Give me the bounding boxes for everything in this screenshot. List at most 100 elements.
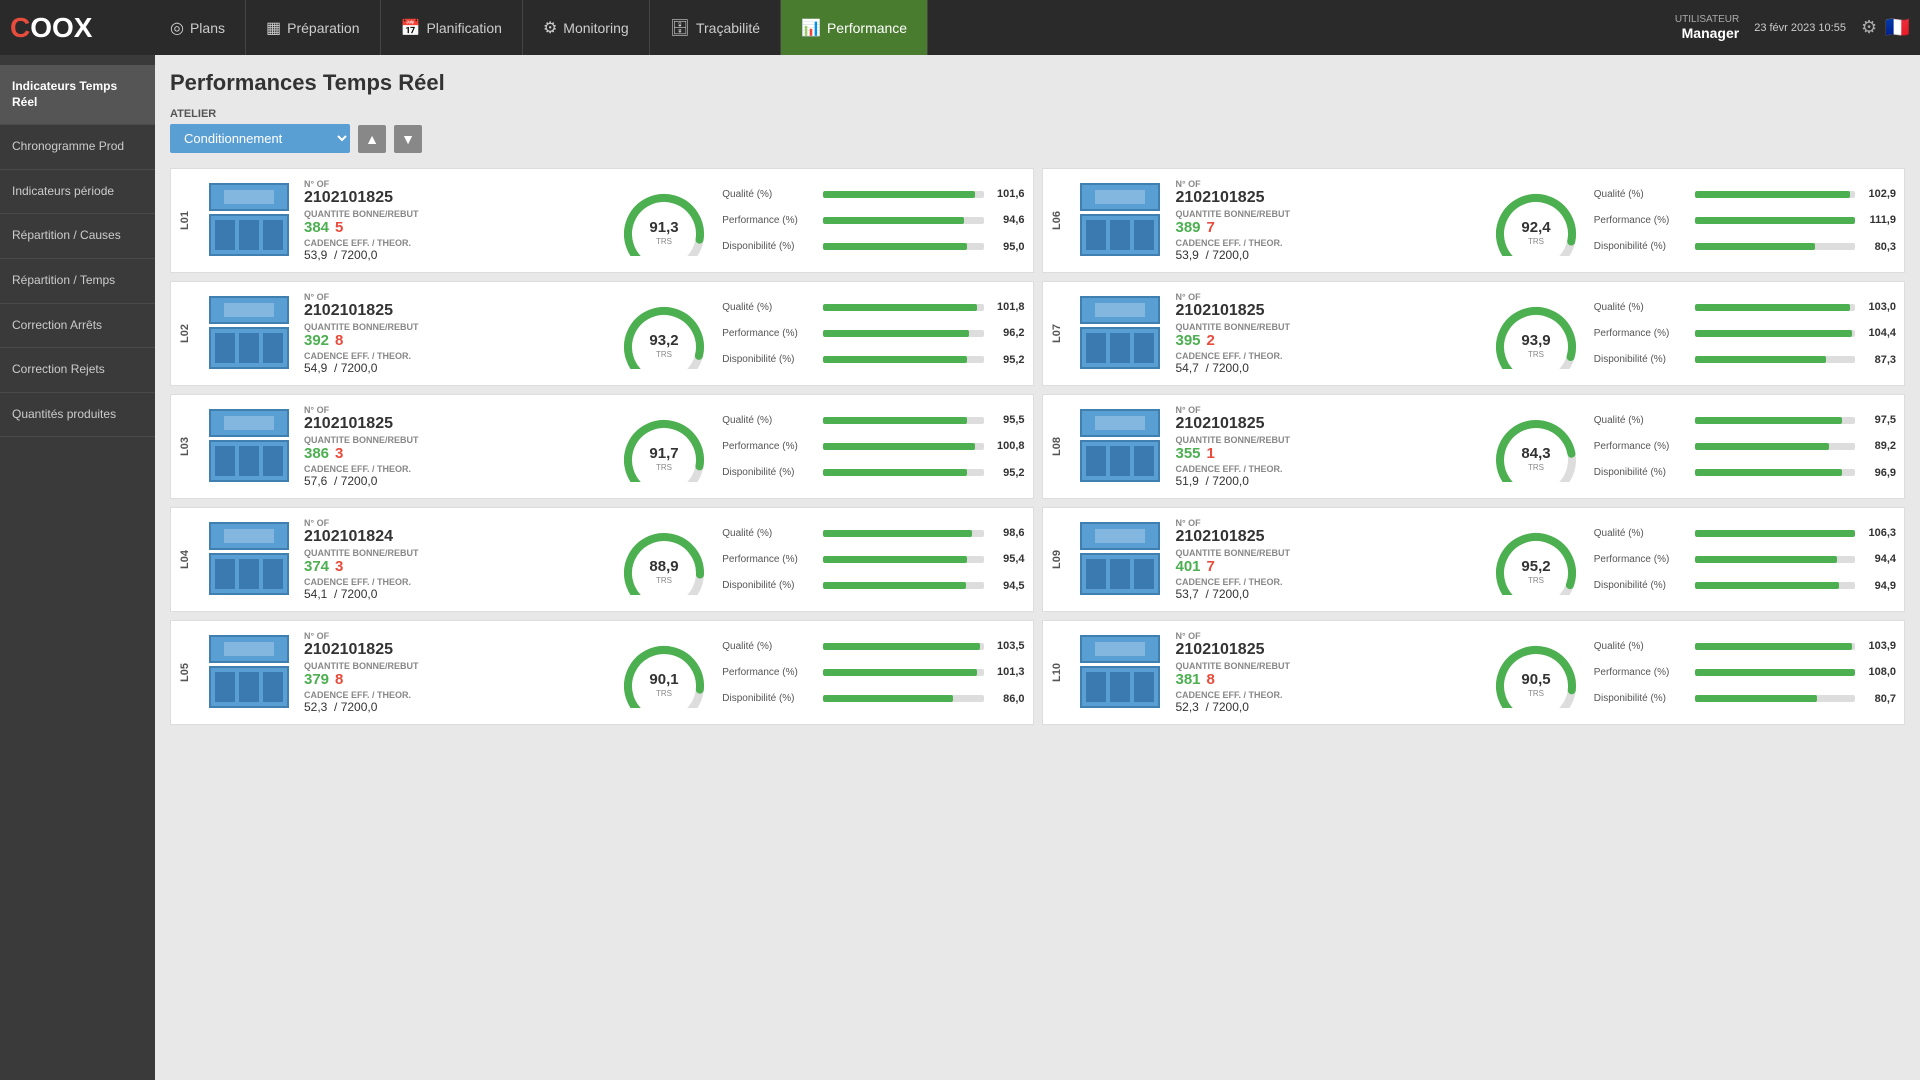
gauge-container: 93,2 TRS bbox=[614, 290, 714, 377]
metrics: Qualité (%) 97,5 Performance (%) 89,2 Di… bbox=[1594, 403, 1896, 490]
planification-icon: 📅 bbox=[401, 18, 421, 38]
nav-plans[interactable]: ◎ Plans bbox=[150, 0, 246, 55]
settings-icon[interactable]: ⚙ bbox=[1861, 17, 1877, 38]
metrics: Qualité (%) 106,3 Performance (%) 94,4 D… bbox=[1594, 516, 1896, 603]
of-number: 2102101825 bbox=[1176, 528, 1478, 546]
qty-good: 384 bbox=[304, 219, 329, 236]
of-number: 2102101825 bbox=[304, 641, 606, 659]
nav-tracabilite[interactable]: 🗄 Traçabilité bbox=[650, 0, 781, 55]
metrics: Qualité (%) 101,8 Performance (%) 96,2 D… bbox=[722, 290, 1024, 377]
nav-planification[interactable]: 📅 Planification bbox=[381, 0, 523, 55]
lot-label: L06 bbox=[1051, 211, 1063, 230]
sidebar-item-repartition-temps[interactable]: Répartition / Temps bbox=[0, 259, 155, 304]
lot-info: N° OF 2102101825 QUANTITE BONNE/REBUT 38… bbox=[1176, 177, 1478, 264]
qty-bad: 5 bbox=[335, 219, 343, 236]
metrics: Qualité (%) 101,6 Performance (%) 94,6 D… bbox=[722, 177, 1024, 264]
cadence-value: 52,3 / 7200,0 bbox=[1176, 700, 1478, 714]
of-number: 2102101825 bbox=[304, 302, 606, 320]
lot-card-l09: L09 N° OF 2102101825 QUANTITE BONNE/REBU… bbox=[1042, 507, 1906, 612]
cadence-value: 57,6 / 7200,0 bbox=[304, 474, 606, 488]
nav-right: UTILISATEUR Manager 23 févr 2023 10:55 ⚙… bbox=[1675, 14, 1910, 41]
metrics: Qualité (%) 103,9 Performance (%) 108,0 … bbox=[1594, 629, 1896, 716]
svg-text:TRS: TRS bbox=[1528, 463, 1544, 472]
metrics: Qualité (%) 95,5 Performance (%) 100,8 D… bbox=[722, 403, 1024, 490]
svg-text:TRS: TRS bbox=[656, 237, 672, 246]
gauge-container: 90,5 TRS bbox=[1486, 629, 1586, 716]
plans-icon: ◎ bbox=[170, 18, 184, 38]
main-layout: Indicateurs Temps Réel Chronogramme Prod… bbox=[0, 55, 1920, 1080]
metrics: Qualité (%) 102,9 Performance (%) 111,9 … bbox=[1594, 177, 1896, 264]
logo: COOX bbox=[10, 12, 130, 44]
qty-good: 392 bbox=[304, 332, 329, 349]
tracabilite-icon: 🗄 bbox=[670, 18, 690, 38]
cadence-value: 52,3 / 7200,0 bbox=[304, 700, 606, 714]
lot-card-l03: L03 N° OF 2102101825 QUANTITE BONNE/REBU… bbox=[170, 394, 1034, 499]
sidebar-item-chronogramme-prod[interactable]: Chronogramme Prod bbox=[0, 125, 155, 170]
lot-card-l08: L08 N° OF 2102101825 QUANTITE BONNE/REBU… bbox=[1042, 394, 1906, 499]
qty-good: 401 bbox=[1176, 558, 1201, 575]
metrics: Qualité (%) 103,5 Performance (%) 101,3 … bbox=[722, 629, 1024, 716]
nav-monitoring[interactable]: ⚙ Monitoring bbox=[523, 0, 650, 55]
qty-good: 379 bbox=[304, 671, 329, 688]
monitoring-icon: ⚙ bbox=[543, 18, 557, 38]
svg-text:TRS: TRS bbox=[656, 576, 672, 585]
svg-text:93,9: 93,9 bbox=[1521, 332, 1550, 349]
lot-info: N° OF 2102101825 QUANTITE BONNE/REBUT 38… bbox=[304, 403, 606, 490]
gauge-container: 88,9 TRS bbox=[614, 516, 714, 603]
top-navigation: COOX ◎ Plans ▦ Préparation 📅 Planificati… bbox=[0, 0, 1920, 55]
svg-text:TRS: TRS bbox=[1528, 576, 1544, 585]
svg-text:TRS: TRS bbox=[1528, 689, 1544, 698]
nav-preparation[interactable]: ▦ Préparation bbox=[246, 0, 381, 55]
lot-card-l04: L04 N° OF 2102101824 QUANTITE BONNE/REBU… bbox=[170, 507, 1034, 612]
page-title: Performances Temps Réel bbox=[170, 70, 1905, 96]
metrics: Qualité (%) 103,0 Performance (%) 104,4 … bbox=[1594, 290, 1896, 377]
cadence-value: 53,9 / 7200,0 bbox=[304, 248, 606, 262]
svg-text:88,9: 88,9 bbox=[650, 558, 679, 575]
qty-bad: 2 bbox=[1207, 332, 1215, 349]
qty-good: 381 bbox=[1176, 671, 1201, 688]
cadence-value: 54,7 / 7200,0 bbox=[1176, 361, 1478, 375]
sidebar-item-repartition-causes[interactable]: Répartition / Causes bbox=[0, 214, 155, 259]
lot-card-l07: L07 N° OF 2102101825 QUANTITE BONNE/REBU… bbox=[1042, 281, 1906, 386]
of-number: 2102101825 bbox=[1176, 641, 1478, 659]
lot-card-l06: L06 N° OF 2102101825 QUANTITE BONNE/REBU… bbox=[1042, 168, 1906, 273]
main-content: Performances Temps Réel ATELIER Conditio… bbox=[155, 55, 1920, 1080]
of-number: 2102101825 bbox=[1176, 415, 1478, 433]
lot-info: N° OF 2102101825 QUANTITE BONNE/REBUT 40… bbox=[1176, 516, 1478, 603]
qty-bad: 3 bbox=[335, 558, 343, 575]
user-info: UTILISATEUR Manager bbox=[1675, 14, 1739, 41]
arrow-down-button[interactable]: ▼ bbox=[394, 125, 422, 153]
lots-grid: L01 N° OF 2102101825 QUANTITE BONNE/REBU… bbox=[170, 168, 1905, 725]
of-number: 2102101825 bbox=[1176, 189, 1478, 207]
lot-card-l01: L01 N° OF 2102101825 QUANTITE BONNE/REBU… bbox=[170, 168, 1034, 273]
nav-items: ◎ Plans ▦ Préparation 📅 Planification ⚙ … bbox=[150, 0, 1675, 55]
of-number: 2102101825 bbox=[304, 415, 606, 433]
svg-text:91,3: 91,3 bbox=[650, 219, 679, 236]
sidebar-item-correction-rejets[interactable]: Correction Rejets bbox=[0, 348, 155, 393]
cadence-value: 53,7 / 7200,0 bbox=[1176, 587, 1478, 601]
cadence-value: 54,1 / 7200,0 bbox=[304, 587, 606, 601]
atelier-select[interactable]: Conditionnement bbox=[170, 124, 350, 153]
sidebar-item-indicateurs-temps-reel[interactable]: Indicateurs Temps Réel bbox=[0, 65, 155, 125]
sidebar-item-quantites-produites[interactable]: Quantités produites bbox=[0, 393, 155, 438]
preparation-icon: ▦ bbox=[266, 18, 281, 38]
svg-text:TRS: TRS bbox=[1528, 237, 1544, 246]
lot-info: N° OF 2102101825 QUANTITE BONNE/REBUT 38… bbox=[304, 177, 606, 264]
svg-text:84,3: 84,3 bbox=[1521, 445, 1550, 462]
sidebar-item-indicateurs-periode[interactable]: Indicateurs période bbox=[0, 170, 155, 215]
svg-text:90,5: 90,5 bbox=[1521, 671, 1550, 688]
arrow-up-button[interactable]: ▲ bbox=[358, 125, 386, 153]
qty-bad: 7 bbox=[1207, 558, 1215, 575]
of-number: 2102101825 bbox=[1176, 302, 1478, 320]
of-number: 2102101824 bbox=[304, 528, 606, 546]
svg-text:TRS: TRS bbox=[656, 463, 672, 472]
atelier-label: ATELIER bbox=[170, 108, 1905, 120]
lot-label: L10 bbox=[1051, 663, 1063, 682]
qty-bad: 1 bbox=[1207, 445, 1215, 462]
sidebar-item-correction-arrets[interactable]: Correction Arrêts bbox=[0, 304, 155, 349]
lot-label: L02 bbox=[179, 324, 191, 343]
lot-card-l10: L10 N° OF 2102101825 QUANTITE BONNE/REBU… bbox=[1042, 620, 1906, 725]
svg-text:90,1: 90,1 bbox=[650, 671, 679, 688]
nav-performance[interactable]: 📊 Performance bbox=[781, 0, 928, 55]
gauge-container: 91,7 TRS bbox=[614, 403, 714, 490]
